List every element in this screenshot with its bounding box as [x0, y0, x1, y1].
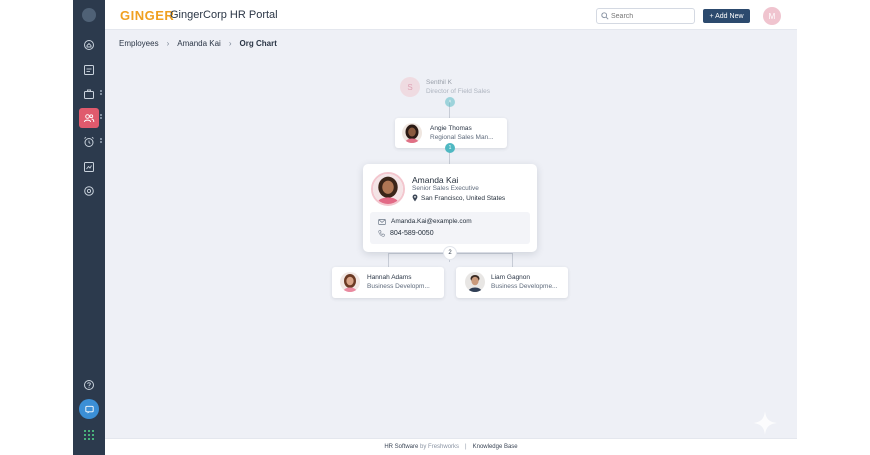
employee-name: Senthil K [426, 79, 453, 86]
top-bar: GINGER GingerCorp HR Portal + Add New M [105, 0, 797, 30]
chat-icon-glyph [84, 405, 94, 413]
employee-name: Liam Gagnon [491, 274, 531, 281]
sparkle-icon [753, 411, 777, 435]
report-icon-glyph [84, 162, 94, 172]
portal-title: GingerCorp HR Portal [170, 9, 278, 21]
contact-panel: Amanda.Kai@example.com 804-589-0050 [370, 212, 530, 244]
settings-icon[interactable] [79, 181, 99, 201]
avatar [402, 123, 422, 143]
breadcrumb-employee-name[interactable]: Amanda Kai [177, 39, 221, 48]
apps-grid-icon[interactable] [84, 430, 94, 440]
help-icon-glyph [84, 380, 94, 390]
breadcrumb: Employees › Amanda Kai › Org Chart [119, 39, 277, 48]
phone-icon [378, 230, 385, 237]
expand-toggle[interactable]: ˄ [445, 97, 455, 107]
avatar [340, 272, 360, 292]
location-pin-icon [412, 194, 418, 202]
help-icon[interactable] [79, 375, 99, 395]
chat-icon[interactable] [79, 399, 99, 419]
employee-role: Director of Field Sales [426, 88, 490, 95]
employee-location: San Francisco, United States [412, 194, 505, 202]
people-icon-glyph [84, 114, 95, 123]
footer-knowledge-base-link[interactable]: Knowledge Base [473, 444, 518, 450]
breadcrumb-employees[interactable]: Employees [119, 39, 159, 48]
org-node-report[interactable]: Hannah Adams Business Developm... [332, 267, 444, 298]
employee-name: Hannah Adams [367, 274, 412, 281]
email-text[interactable]: Amanda.Kai@example.com [391, 218, 472, 225]
add-new-button[interactable]: + Add New [703, 9, 750, 23]
avatar [465, 272, 485, 292]
alarm-clock-icon[interactable] [79, 132, 99, 152]
person-photo-icon [402, 123, 422, 143]
employee-name: Amanda Kai [412, 175, 459, 185]
phone-row[interactable]: 804-589-0050 [378, 230, 434, 237]
email-row[interactable]: Amanda.Kai@example.com [378, 218, 472, 225]
briefcase-icon[interactable] [79, 84, 99, 104]
report-icon[interactable] [79, 157, 99, 177]
alarm-menu-dots-icon[interactable] [100, 138, 102, 146]
employee-role: Business Developme... [491, 283, 558, 290]
id-card-icon-glyph [84, 65, 94, 75]
employee-role: Regional Sales Man... [430, 134, 494, 141]
home-icon-glyph [84, 40, 94, 50]
search-input[interactable] [611, 11, 691, 22]
employee-name: Angie Thomas [430, 125, 472, 132]
people-icon[interactable] [79, 108, 99, 128]
brand-logo[interactable]: GINGER [120, 8, 174, 23]
avatar [371, 172, 405, 206]
person-photo-icon [465, 272, 485, 292]
org-chart-canvas[interactable]: S Senthil K Director of Field Sales ˄ An… [105, 55, 797, 438]
app-window: GINGER GingerCorp HR Portal + Add New M … [73, 0, 797, 455]
connector-line [388, 253, 389, 267]
id-card-icon[interactable] [79, 60, 99, 80]
home-icon[interactable] [79, 35, 99, 55]
briefcase-menu-dots-icon[interactable] [100, 90, 102, 98]
footer-hr-software: HR Software by Freshworks [384, 444, 459, 450]
settings-icon-glyph [84, 186, 94, 196]
avatar: S [400, 77, 420, 97]
user-avatar[interactable]: M [763, 7, 781, 25]
org-node-report[interactable]: Liam Gagnon Business Developme... [456, 267, 568, 298]
person-photo-icon [340, 272, 360, 292]
person-photo-icon [373, 174, 403, 204]
footer-by-freshworks: by Freshworks [420, 444, 460, 450]
employee-role: Senior Sales Executive [412, 185, 479, 192]
org-node-focus-employee[interactable]: Amanda Kai Senior Sales Executive San Fr… [363, 164, 537, 252]
chevron-right-icon: › [228, 39, 232, 48]
footer-hr-software-text[interactable]: HR Software [384, 444, 418, 450]
chevron-up-icon: ˄ [448, 99, 452, 105]
manager-count-badge[interactable]: 1 [445, 143, 455, 153]
phone-text[interactable]: 804-589-0050 [390, 230, 434, 237]
alarm-clock-icon-glyph [84, 136, 94, 147]
search-icon [601, 12, 609, 20]
chevron-right-icon: › [166, 39, 170, 48]
sidebar [73, 0, 105, 455]
mail-icon [378, 218, 386, 225]
breadcrumb-current: Org Chart [239, 39, 277, 48]
footer: HR Software by Freshworks | Knowledge Ba… [105, 438, 797, 455]
briefcase-icon-glyph [84, 89, 94, 99]
reports-count-badge[interactable]: 2 [443, 246, 457, 260]
footer-separator: | [465, 444, 467, 450]
freshworks-logo-icon[interactable] [82, 8, 96, 22]
employee-role: Business Developm... [367, 283, 430, 290]
people-menu-dots-icon[interactable] [100, 114, 102, 122]
connector-line [512, 253, 513, 267]
search-box[interactable] [596, 8, 695, 24]
location-text: San Francisco, United States [421, 194, 506, 202]
